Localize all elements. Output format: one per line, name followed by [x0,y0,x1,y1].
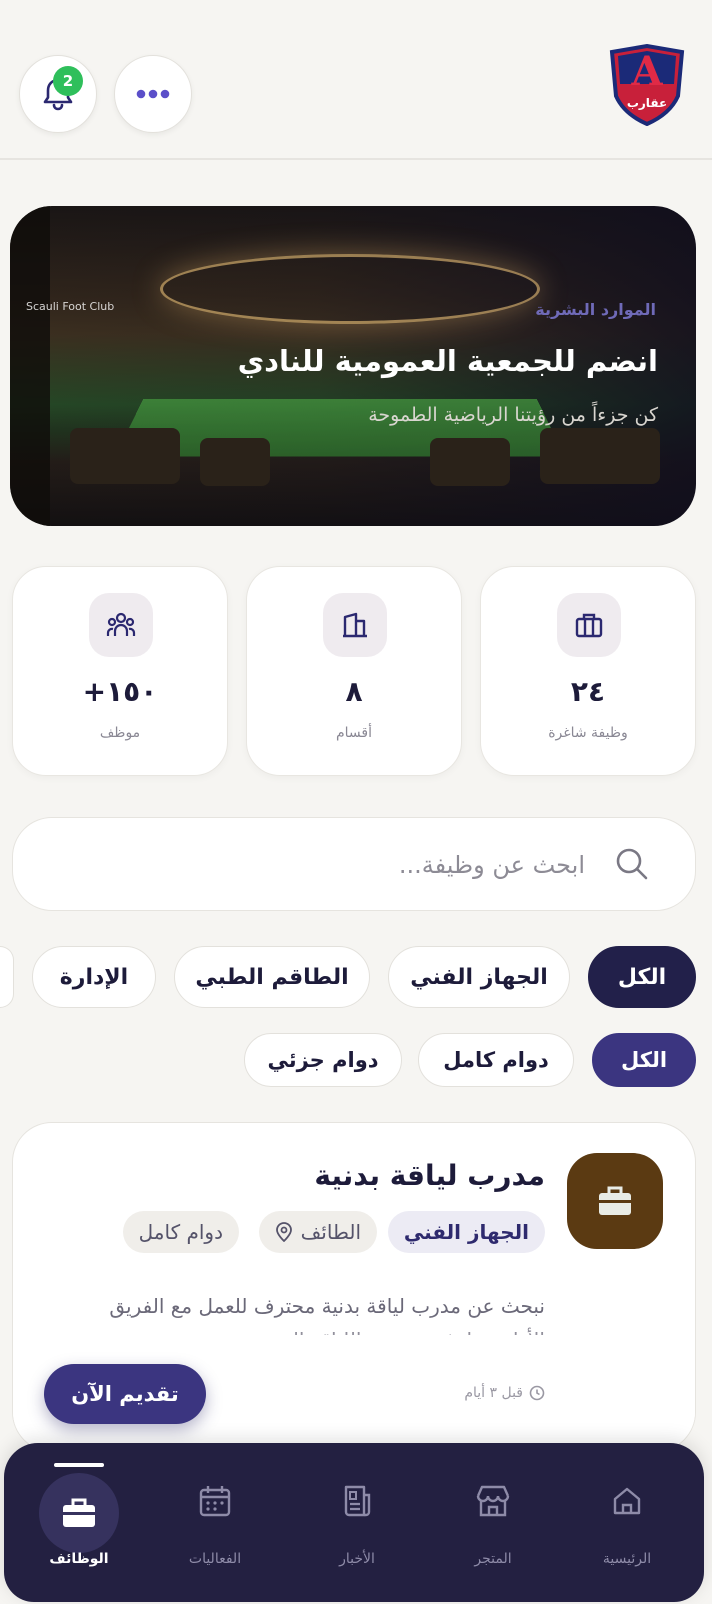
filter-type-full-time[interactable]: دوام كامل [418,1033,574,1087]
nav-label: الفعاليات [188,1551,242,1567]
nav-label: الوظائف [49,1551,109,1567]
briefcase-icon [39,1473,119,1553]
stat-label: أقسام [335,725,372,741]
stadium-lights [160,254,540,324]
job-posted-time: قبل ٣ أيام [464,1385,545,1401]
notification-badge: 2 [53,66,83,96]
job-briefcase-icon [567,1153,663,1249]
stat-card-vacancies: ٢٤ وظيفة شاغرة [480,566,696,776]
stat-label: وظيفة شاغرة [548,725,628,741]
more-dots-icon [136,89,170,99]
clock-icon [529,1385,545,1401]
club-logo[interactable]: A عقارب [608,43,686,127]
hero-banner[interactable]: Scauli Foot Club الموارد البشرية انضم لل… [10,206,696,526]
nav-label: المتجر [474,1551,512,1567]
job-posted-text: قبل ٣ أيام [464,1385,523,1401]
job-type-tag: دوام كامل [122,1211,239,1253]
stat-label: موظف [99,725,141,741]
top-bar: 2 A عقارب [0,0,712,160]
nav-item-home[interactable]: الرئيسية [562,1443,692,1602]
stadium-sign: Scauli Foot Club [26,300,115,313]
filter-type-all[interactable]: الكل [592,1033,696,1087]
filter-dept-all[interactable]: الكل [588,946,696,1008]
hero-title: انضم للجمعية العمومية للنادي [237,344,658,378]
location-pin-icon [275,1222,292,1242]
nav-label: الرئيسية [602,1551,652,1567]
notifications-button[interactable]: 2 [19,55,97,133]
news-icon [325,1469,389,1533]
more-options-button[interactable] [114,55,192,133]
job-department-tag: الجهاز الفني [387,1211,545,1253]
stat-value: ٨ [345,675,363,708]
nav-item-jobs[interactable]: الوظائف [14,1443,144,1602]
stat-value: +١٥٠ [82,675,158,708]
filter-dept-admin[interactable]: الإدارة [32,946,156,1008]
nav-label: الأخبار [339,1551,375,1567]
people-icon [89,593,153,657]
nav-item-store[interactable]: المتجر [428,1443,558,1602]
job-search-box[interactable] [12,817,696,911]
stat-value: ٢٤ [570,675,606,708]
nav-item-events[interactable]: الفعاليات [150,1443,280,1602]
hero-subtitle: كن جزءاً من رؤيتنا الرياضية الطموحة [368,404,658,426]
job-location-tag: الطائف [258,1211,377,1253]
briefcase-icon [557,593,621,657]
building-icon [323,593,387,657]
active-indicator [54,1463,104,1467]
nav-item-news[interactable]: الأخبار [292,1443,422,1602]
filter-dept-technical[interactable]: الجهاز الفني [388,946,570,1008]
job-title: مدرب لياقة بدنية [314,1159,545,1192]
filter-dept-medical[interactable]: الطاقم الطبي [174,946,370,1008]
calendar-icon [183,1469,247,1533]
stat-card-departments: ٨ أقسام [246,566,462,776]
store-icon [461,1469,525,1533]
search-icon [616,848,648,880]
search-input[interactable] [105,842,585,888]
bottom-navigation: الرئيسية المتجر الأخبار الفعاليات الوظائ… [4,1443,704,1602]
filter-dept-overflow[interactable] [0,946,14,1008]
apply-now-button[interactable]: تقديم الآن [44,1364,206,1424]
job-location-text: الطائف [300,1220,361,1244]
filter-type-part-time[interactable]: دوام جزئي [244,1033,402,1087]
home-icon [595,1469,659,1533]
club-logo-letter: A [631,48,663,95]
hero-tag: الموارد البشرية [535,300,656,319]
stat-card-employees: +١٥٠ موظف [12,566,228,776]
club-logo-caption: عقارب [626,96,668,110]
